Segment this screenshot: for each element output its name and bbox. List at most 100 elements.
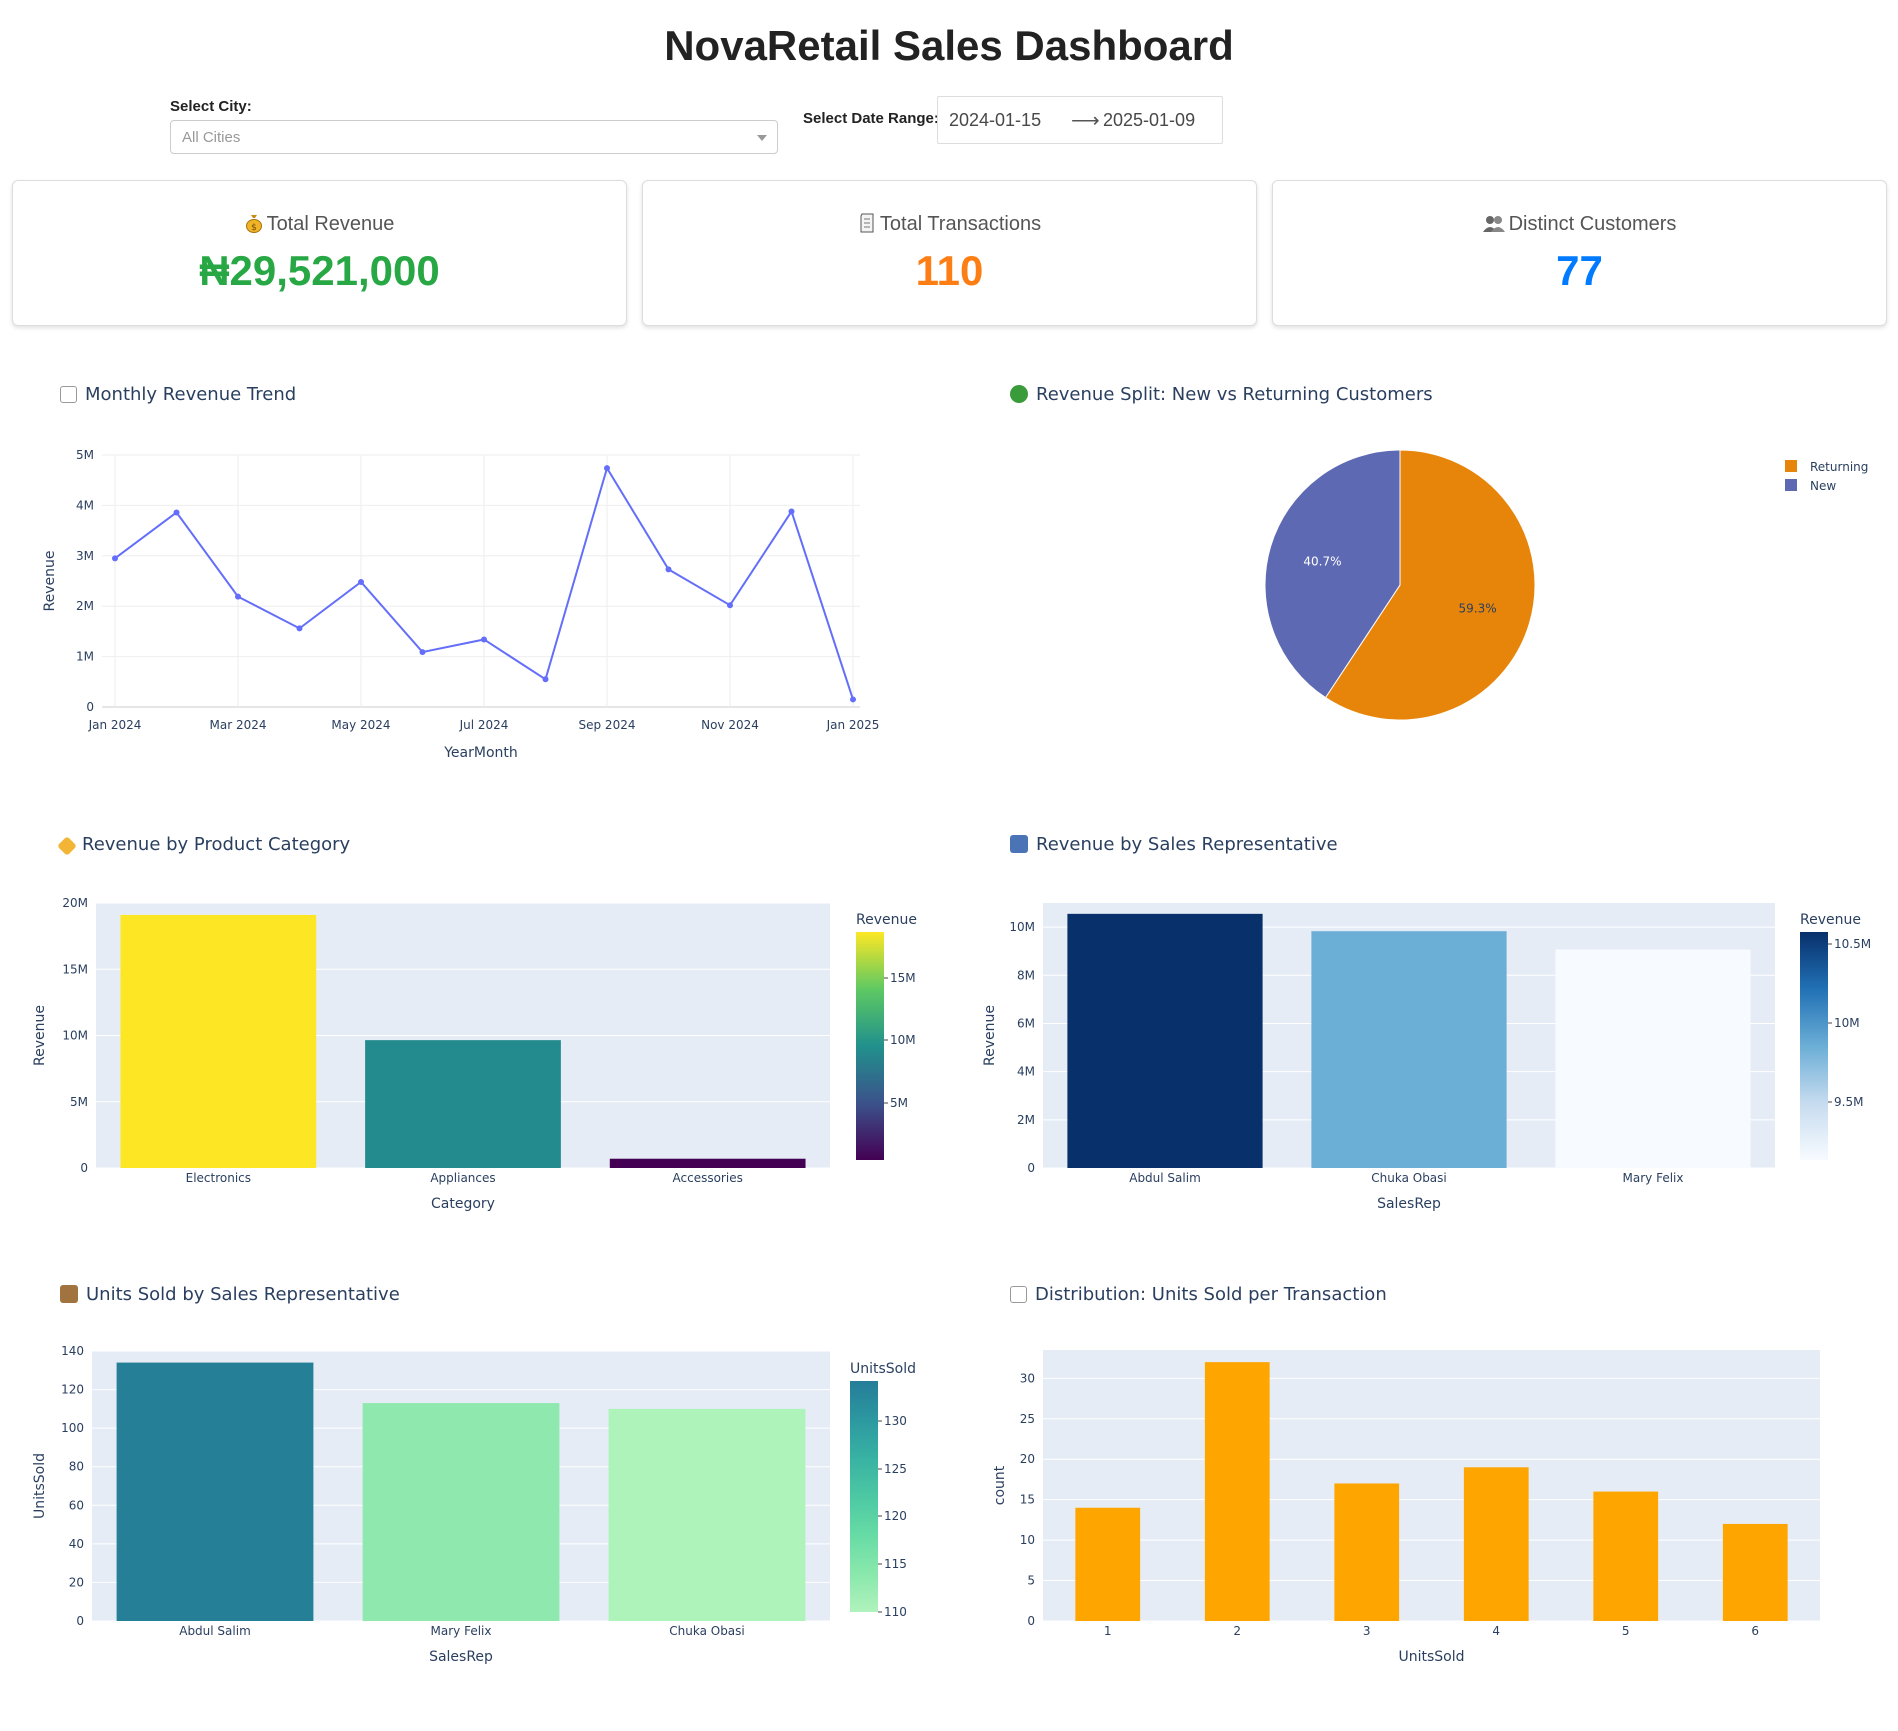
city-dropdown[interactable]: All Cities: [170, 120, 778, 154]
x-tick-label: Appliances: [430, 1171, 495, 1185]
colorbar-tick-label: 10.5M: [1834, 937, 1871, 951]
x-tick-label: Chuka Obasi: [1371, 1171, 1447, 1185]
colorbar-title: Revenue: [1800, 912, 1861, 928]
y-tick-label: 10M: [1009, 920, 1035, 934]
y-tick-label: 2M: [76, 599, 94, 613]
y-tick-label: 140: [61, 1344, 84, 1358]
kpi-revenue-label: Total Revenue: [266, 213, 395, 235]
date-end-input[interactable]: 2025-01-09: [1103, 110, 1195, 131]
y-tick-label: 60: [69, 1498, 84, 1512]
revenue-by-salesrep-bar-chart: 0 2M 4M 6M 8M 10M Abdul Salim Chuka Obasi Mary F…: [982, 903, 1871, 1212]
revenue-by-category-bar-chart: 0 5M 10M 15M 20M Electronics Appliances Accesso…: [32, 896, 917, 1212]
y-tick-label: 0: [1027, 1161, 1035, 1175]
x-tick-label: Jul 2024: [459, 718, 509, 732]
data-point: [850, 696, 856, 703]
kpi-customers-value: 77: [1556, 247, 1603, 294]
split-chart-title: Revenue Split: New vs Returning Customer…: [1010, 384, 1433, 405]
date-start-input[interactable]: 2024-01-15: [949, 110, 1041, 131]
y-tick-label: 6M: [1017, 1016, 1035, 1030]
data-point: [665, 566, 672, 573]
puzzle-icon: [1010, 385, 1028, 403]
x-tick-label: Jan 2025: [826, 718, 880, 732]
units-by-salesrep-bar-chart: 0 20 40 60 80 100 120 140 Abdul Salim Mary Felix C…: [32, 1344, 916, 1665]
x-axis-label: YearMonth: [443, 745, 518, 761]
category-chart-title: Revenue by Product Category: [57, 834, 350, 856]
y-tick-label: 3M: [76, 549, 94, 563]
y-tick-label: 80: [69, 1460, 84, 1474]
bar-chart-icon: [1010, 1286, 1027, 1303]
colorbar-tick-label: 9.5M: [1834, 1095, 1863, 1109]
date-range-picker[interactable]: 2024-01-15 ⟶ 2025-01-09: [937, 96, 1223, 144]
bar-mary-felix: [362, 1403, 560, 1621]
colorbar-title: Revenue: [856, 912, 917, 928]
x-tick-label: Chuka Obasi: [669, 1624, 745, 1638]
revenue-trend-line-chart: 0 1M 2M 3M 4M 5M Jan 2024 Mar 2024 May 2024 Jul 2…: [42, 448, 880, 761]
y-tick-label: 1M: [76, 650, 94, 664]
y-tick-label: 2M: [1017, 1113, 1035, 1127]
x-axis-label: SalesRep: [1377, 1196, 1441, 1212]
colorbar: [856, 932, 884, 1160]
y-axis-label: UnitsSold: [32, 1453, 48, 1519]
y-tick-label: 8M: [1017, 968, 1035, 982]
x-tick-label: 6: [1751, 1624, 1759, 1638]
y-tick-label: 10M: [62, 1029, 88, 1043]
colorbar-tick-label: 10M: [890, 1033, 916, 1047]
bar-abdul-salim: [1067, 913, 1263, 1168]
y-tick-label: 15M: [62, 962, 88, 976]
x-tick-label: Abdul Salim: [1129, 1171, 1201, 1185]
data-point: [296, 625, 303, 632]
colorbar-tick-label: 120: [884, 1509, 907, 1523]
bar-appliances: [365, 1040, 561, 1168]
colorbar-tick-label: 10M: [1834, 1016, 1860, 1030]
colorbar-tick-label: 130: [884, 1414, 907, 1428]
date-range-label: Select Date Range:: [803, 110, 939, 127]
y-tick-label: 25: [1020, 1412, 1035, 1426]
y-tick-label: 30: [1020, 1371, 1035, 1385]
x-axis-label: UnitsSold: [1398, 1649, 1464, 1665]
slice-label: 40.7%: [1303, 555, 1341, 569]
kpi-card-transactions: Total Transactions 110: [642, 180, 1257, 326]
chevron-down-icon[interactable]: [757, 135, 767, 141]
tag-icon: [57, 836, 77, 856]
data-point: [235, 593, 241, 600]
trend-chart-title: Monthly Revenue Trend: [60, 384, 296, 405]
data-point: [419, 649, 426, 656]
bar-6: [1722, 1523, 1788, 1621]
kpi-label: $ Total Revenue: [13, 213, 626, 236]
kpi-revenue-value: ₦29,521,000: [199, 247, 440, 294]
y-tick-label: 20: [1020, 1452, 1035, 1466]
y-axis-label: Revenue: [42, 551, 58, 612]
city-filter-label: Select City:: [170, 98, 252, 115]
kpi-transactions-value: 110: [915, 247, 984, 294]
x-axis-label: SalesRep: [429, 1649, 493, 1665]
x-tick-label: Mary Felix: [1623, 1171, 1684, 1185]
bar-chuka-obasi: [608, 1408, 806, 1621]
colorbar-tick-label: 5M: [890, 1096, 908, 1110]
people-icon: [1482, 216, 1505, 232]
y-tick-label: 0: [76, 1614, 84, 1628]
y-tick-label: 40: [69, 1537, 84, 1551]
bar-abdul-salim: [116, 1362, 314, 1621]
receipt-icon: [860, 213, 874, 233]
salesrep-chart-title: Revenue by Sales Representative: [1010, 834, 1338, 855]
salesrep-chart-title-text: Revenue by Sales Representative: [1036, 834, 1338, 855]
city-dropdown-placeholder: All Cities: [182, 129, 241, 146]
y-tick-label: 5: [1027, 1574, 1035, 1588]
money-bag-icon: $: [245, 215, 262, 233]
y-tick-label: 5M: [70, 1095, 88, 1109]
colorbar-tick-label: 15M: [890, 971, 916, 985]
data-point: [788, 508, 795, 515]
chart-increasing-icon: [60, 386, 77, 403]
dist-chart-title-text: Distribution: Units Sold per Transaction: [1035, 1284, 1387, 1305]
data-point: [173, 509, 180, 516]
slice-label: 59.3%: [1459, 601, 1497, 615]
x-tick-label: Mary Felix: [431, 1624, 492, 1638]
x-tick-label: Electronics: [186, 1171, 251, 1185]
x-tick-label: Accessories: [673, 1171, 743, 1185]
bar-electronics: [120, 914, 317, 1168]
y-axis-label: Revenue: [982, 1005, 998, 1066]
y-tick-label: 4M: [1017, 1065, 1035, 1079]
y-axis-label: count: [992, 1465, 1008, 1505]
person-suit-icon: [1010, 835, 1028, 853]
legend-swatch: [1785, 460, 1797, 472]
